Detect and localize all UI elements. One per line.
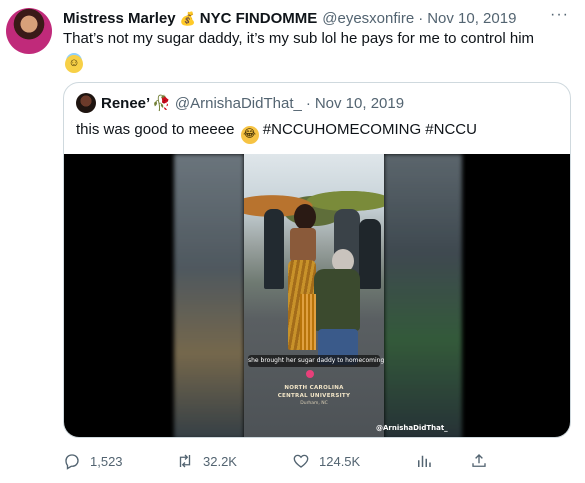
smiling-face-with-halo-icon: ☺ [65, 54, 83, 73]
wilted-rose-icon: 🥀 [152, 94, 171, 112]
video-caption: she brought her sugar daddy to homecomin… [248, 355, 384, 367]
reply-count: 1,523 [90, 453, 123, 469]
caption-emoji-icon [306, 370, 314, 378]
hashtags[interactable]: #NCCUHOMECOMING #NCCU [263, 121, 477, 138]
quoted-tweet-body: this was good to meeee [76, 121, 235, 138]
author-avatar[interactable] [6, 8, 52, 54]
quoted-author-name: Renee’ [101, 94, 151, 112]
share-icon [472, 454, 486, 467]
retweet-count: 32.2K [203, 453, 237, 469]
quoted-author-handle: @ArnishaDidThat_ [174, 94, 302, 112]
video-bystander [359, 219, 381, 289]
analytics-icon [418, 455, 431, 467]
like-count: 124.5K [319, 453, 361, 469]
reply-icon [65, 454, 79, 470]
quoted-tweet-text: this was good to meeee 😂 #NCCUHOMECOMING… [76, 120, 477, 144]
more-options-icon[interactable]: ··· [550, 6, 569, 24]
retweet-icon [179, 454, 191, 468]
tweet-header: Mistress Marley 💰 NYC FINDOMME @eyesxonf… [63, 7, 569, 29]
video-player[interactable]: she brought her sugar daddy to homecomin… [64, 154, 570, 437]
video-watermark: @ArnishaDidThat_ [376, 424, 448, 432]
rolling-on-floor-laughing-icon: 😂 [240, 125, 259, 144]
like-button[interactable]: 124.5K [292, 448, 360, 474]
author-handle[interactable]: @eyesxonfire [322, 10, 414, 27]
video-bystander [264, 209, 284, 289]
heart-icon [293, 454, 309, 468]
separator-dot: · [305, 94, 311, 112]
university-logo: NORTH CAROLINA CENTRAL UNIVERSITY Durham… [277, 385, 351, 406]
tweet-text-body: That’s not my sugar daddy, it’s my sub l… [63, 30, 535, 47]
tweet-text: That’s not my sugar daddy, it’s my sub l… [63, 29, 569, 73]
author-title[interactable]: NYC FINDOMME [200, 10, 318, 27]
video-fringe-bag [300, 294, 316, 350]
video-blur-left [174, 154, 244, 437]
share-button[interactable] [470, 448, 488, 474]
video-blur-right [384, 154, 462, 437]
tweet-actions: 1,523 32.2K 124.5K [63, 448, 571, 474]
retweet-button[interactable]: 32.2K [176, 448, 237, 474]
views-button[interactable] [415, 448, 433, 474]
quoted-tweet-date: Nov 10, 2019 [314, 94, 405, 112]
separator-dot: · [418, 9, 424, 27]
quoted-author-avatar [76, 93, 96, 113]
author-name[interactable]: Mistress Marley [63, 10, 176, 27]
tweet-date[interactable]: Nov 10, 2019 [427, 10, 516, 27]
video-frame: she brought her sugar daddy to homecomin… [244, 154, 384, 437]
quoted-tweet-header: Renee’ 🥀 @ArnishaDidThat_ · Nov 10, 2019 [76, 93, 404, 113]
money-bag-icon: 💰 [179, 10, 196, 26]
reply-button[interactable]: 1,523 [63, 448, 123, 474]
quoted-tweet[interactable]: Renee’ 🥀 @ArnishaDidThat_ · Nov 10, 2019… [63, 82, 571, 438]
